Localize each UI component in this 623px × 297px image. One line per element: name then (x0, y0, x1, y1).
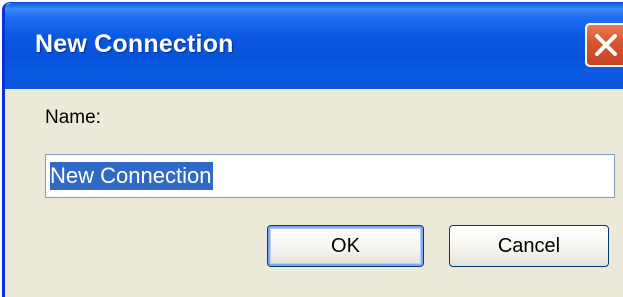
close-icon (595, 34, 617, 56)
close-button[interactable] (585, 23, 623, 67)
cancel-button[interactable]: Cancel (449, 225, 609, 267)
ok-button[interactable]: OK (267, 225, 424, 267)
name-input-value: New Connection (50, 162, 214, 190)
title-bar[interactable]: New Connection (5, 3, 623, 89)
name-label: Name: (45, 107, 101, 128)
name-input[interactable]: New Connection (45, 154, 615, 198)
dialog-title: New Connection (35, 30, 234, 58)
new-connection-dialog: New Connection Name: New Connection OK C… (2, 2, 623, 297)
